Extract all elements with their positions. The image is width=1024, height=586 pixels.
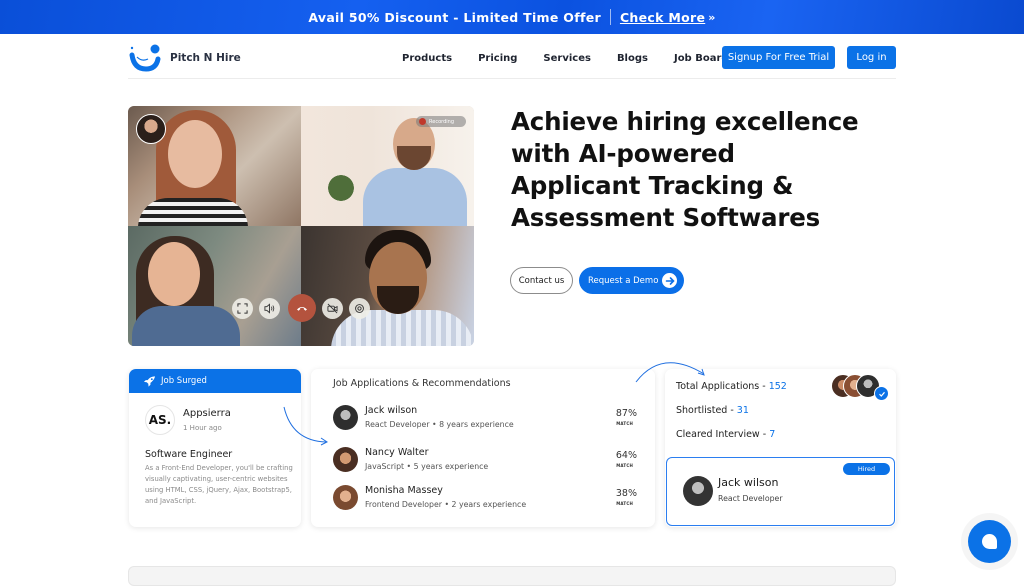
promo-banner: Avail 50% Discount - Limited Time Offer … — [0, 0, 1024, 34]
candidate-avatar — [333, 485, 358, 510]
hired-avatar — [683, 476, 713, 506]
candidate-avatar — [333, 405, 358, 430]
fullscreen-icon — [237, 302, 248, 314]
settings-icon — [355, 303, 364, 313]
participant-tile — [128, 226, 301, 346]
next-section-panel — [128, 566, 896, 586]
nav-services[interactable]: Services — [543, 53, 591, 64]
candidate-row[interactable]: Jack wilson React Developer • 8 years ex… — [333, 405, 643, 435]
job-description: As a Front-End Developer, you'll be craf… — [145, 464, 293, 505]
match-percent: 38% — [615, 488, 637, 499]
check-icon — [874, 386, 889, 401]
rocket-icon — [143, 376, 156, 387]
recording-badge: Recording — [416, 116, 466, 127]
fullscreen-button[interactable] — [232, 297, 253, 319]
double-chevron-right-icon: » — [708, 10, 716, 24]
job-title: Software Engineer — [145, 449, 233, 460]
hired-name: Jack wilson — [718, 476, 779, 489]
self-view-avatar — [136, 114, 166, 144]
camera-off-icon — [327, 303, 338, 313]
promo-text: Avail 50% Discount - Limited Time Offer — [308, 9, 601, 25]
avatar-stack — [831, 374, 891, 401]
call-controls — [232, 294, 376, 322]
hero-title: Achieve hiring excellence with AI-powere… — [511, 107, 859, 232]
chat-bubble-icon — [982, 534, 997, 549]
applications-title: Job Applications & Recommendations — [333, 378, 511, 389]
total-applications: Total Applications - 152 — [676, 381, 787, 392]
candidate-row[interactable]: Nancy Walter JavaScript • 5 years experi… — [333, 447, 643, 477]
login-button[interactable]: Log in — [847, 46, 896, 69]
arrow-right-icon — [662, 273, 677, 288]
job-surged-header: Job Surged — [129, 369, 301, 393]
end-call-icon — [297, 307, 307, 311]
candidate-avatar — [333, 447, 358, 472]
settings-button[interactable] — [349, 297, 370, 319]
hired-badge: Hired — [843, 463, 890, 475]
hired-candidate-card[interactable]: Hired Jack wilson React Developer — [666, 457, 895, 526]
match-percent: 87% — [615, 408, 637, 419]
company-name: Appsierra — [183, 408, 231, 419]
main-menu: Products Pricing Services Blogs Job Boar… — [402, 40, 755, 76]
brand-name: Pitch N Hire — [170, 52, 241, 64]
check-more-link[interactable]: Check More — [620, 10, 705, 25]
speaker-icon — [264, 302, 275, 314]
top-nav: Pitch N Hire Products Pricing Services B… — [128, 40, 896, 76]
camera-off-button[interactable] — [322, 297, 343, 319]
plant-image — [326, 164, 356, 204]
participant-tile — [301, 226, 474, 346]
nav-pricing[interactable]: Pricing — [478, 53, 517, 64]
company-logo: AS. — [145, 405, 175, 435]
request-demo-button[interactable]: Request a Demo — [579, 267, 684, 294]
posted-time: 1 Hour ago — [183, 424, 222, 432]
nav-blogs[interactable]: Blogs — [617, 53, 648, 64]
end-call-button[interactable] — [288, 294, 316, 322]
logo-icon — [129, 44, 161, 72]
video-call-preview: Recording — [128, 106, 474, 346]
hired-role: React Developer — [718, 494, 783, 503]
nav-job-board[interactable]: Job Board — [674, 53, 729, 64]
promo-divider — [609, 9, 611, 25]
job-surged-card[interactable]: Job Surged AS. Appsierra 1 Hour ago Soft… — [129, 369, 301, 527]
shortlisted-count: Shortlisted - 31 — [676, 405, 749, 416]
logo[interactable]: Pitch N Hire — [128, 43, 241, 73]
nav-products[interactable]: Products — [402, 53, 452, 64]
signup-button[interactable]: Signup For Free Trial — [722, 46, 835, 69]
candidate-row[interactable]: Monisha Massey Frontend Developer • 2 ye… — [333, 485, 643, 515]
speaker-button[interactable] — [259, 297, 280, 319]
recording-dot-icon — [419, 118, 426, 125]
match-percent: 64% — [615, 450, 637, 461]
stats-card: Total Applications - 152 Shortlisted - 3… — [665, 369, 896, 527]
contact-us-button[interactable]: Contact us — [510, 267, 573, 294]
cleared-interview-count: Cleared Interview - 7 — [676, 429, 776, 440]
applications-card: Job Applications & Recommendations Jack … — [311, 369, 655, 527]
chat-widget-button[interactable] — [968, 520, 1011, 563]
nav-divider — [128, 78, 896, 79]
